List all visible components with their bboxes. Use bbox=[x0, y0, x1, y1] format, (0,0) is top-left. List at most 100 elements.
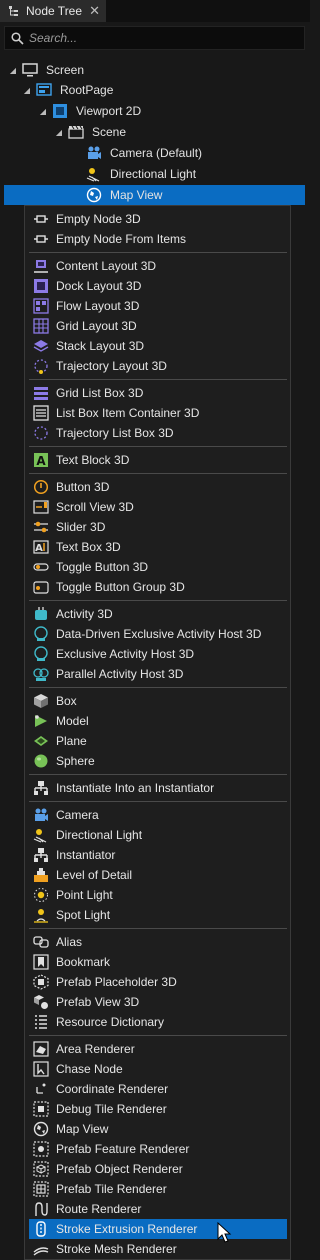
menu-item-text-box-3d[interactable]: A Text Box 3D bbox=[29, 537, 287, 557]
menu-item-stack-layout-3d[interactable]: Stack Layout 3D bbox=[29, 336, 287, 356]
menu-item-spot-light[interactable]: Spot Light bbox=[29, 905, 287, 925]
tree-node-map-view[interactable]: Map View bbox=[4, 185, 305, 205]
menu-item-chase-node[interactable]: Chase Node bbox=[29, 1059, 287, 1079]
area-renderer-icon bbox=[33, 1041, 49, 1057]
menu-item-scroll-view-3d[interactable]: Scroll View 3D bbox=[29, 497, 287, 517]
menu-item-map-view[interactable]: Map View bbox=[29, 1119, 287, 1139]
menu-item-plane[interactable]: Plane bbox=[29, 731, 287, 751]
close-icon[interactable]: ✕ bbox=[89, 3, 100, 19]
menu-item-dock-layout-3d[interactable]: Dock Layout 3D bbox=[29, 276, 287, 296]
menu-item-box[interactable]: Box bbox=[29, 691, 287, 711]
menu-item-directional-light[interactable]: Directional Light bbox=[29, 825, 287, 845]
text-box-icon: A bbox=[33, 540, 49, 554]
menu-item-list-box-item-container-3d[interactable]: List Box Item Container 3D bbox=[29, 403, 287, 423]
toggle-button-icon bbox=[33, 563, 49, 571]
search-placeholder: Search... bbox=[29, 31, 78, 45]
menu-item-parallel-activity-host-3d[interactable]: Parallel Activity Host 3D bbox=[29, 664, 287, 684]
menu-item-flow-layout-3d[interactable]: Flow Layout 3D bbox=[29, 296, 287, 316]
menu-item-sphere[interactable]: Sphere bbox=[29, 751, 287, 771]
menu-item-label: List Box Item Container 3D bbox=[56, 406, 200, 420]
menu-item-slider-3d[interactable]: Slider 3D bbox=[29, 517, 287, 537]
add-node-context-menu: Empty Node 3D Empty Node From Items Conten… bbox=[24, 205, 291, 1260]
menu-item-prefab-placeholder-3d[interactable]: Prefab Placeholder 3D bbox=[29, 972, 287, 992]
menu-item-label: Directional Light bbox=[56, 828, 143, 842]
menu-item-instantiate-into-an-instantiator[interactable]: Instantiate Into an Instantiator bbox=[29, 778, 287, 798]
expand-arrow-icon[interactable]: ◢ bbox=[8, 66, 18, 75]
menu-item-camera[interactable]: Camera bbox=[29, 805, 287, 825]
menu-item-level-of-detail[interactable]: Level of Detail bbox=[29, 865, 287, 885]
menu-item-label: Toggle Button Group 3D bbox=[56, 580, 185, 594]
menu-item-prefab-feature-renderer[interactable]: Prefab Feature Renderer bbox=[29, 1139, 287, 1159]
menu-item-button-3d[interactable]: Button 3D bbox=[29, 477, 287, 497]
menu-item-label: Content Layout 3D bbox=[56, 259, 157, 273]
flow-layout-icon bbox=[33, 298, 49, 314]
menu-item-label: Point Light bbox=[56, 888, 113, 902]
spot-light-icon bbox=[34, 909, 48, 923]
menu-item-label: Prefab Placeholder 3D bbox=[56, 975, 177, 989]
menu-item-prefab-tile-renderer[interactable]: Prefab Tile Renderer bbox=[29, 1179, 287, 1199]
menu-separator bbox=[29, 252, 287, 253]
menu-item-stroke-mesh-renderer[interactable]: Stroke Mesh Renderer bbox=[29, 1239, 287, 1259]
menu-item-empty-node-3d[interactable]: Empty Node 3D bbox=[29, 209, 287, 229]
menu-item-area-renderer[interactable]: Area Renderer bbox=[29, 1039, 287, 1059]
menu-item-grid-layout-3d[interactable]: Grid Layout 3D bbox=[29, 316, 287, 336]
menu-item-content-layout-3d[interactable]: Content Layout 3D bbox=[29, 256, 287, 276]
tree-node-viewport-2d[interactable]: ◢ Viewport 2D bbox=[38, 101, 141, 121]
menu-item-instantiator[interactable]: Instantiator bbox=[29, 845, 287, 865]
menu-item-point-light[interactable]: Point Light bbox=[29, 885, 287, 905]
menu-item-grid-list-box-3d[interactable]: Grid List Box 3D bbox=[29, 383, 287, 403]
menu-item-bookmark[interactable]: Bookmark bbox=[29, 952, 287, 972]
menu-item-label: Stroke Extrusion Renderer bbox=[56, 1222, 198, 1236]
menu-separator bbox=[29, 379, 287, 380]
point-light-icon bbox=[34, 888, 48, 902]
expand-arrow-icon[interactable]: ◢ bbox=[38, 107, 48, 116]
menu-separator bbox=[29, 928, 287, 929]
tree-node-camera[interactable]: Camera (Default) bbox=[86, 143, 202, 163]
menu-item-coordinate-renderer[interactable]: Coordinate Renderer bbox=[29, 1079, 287, 1099]
menu-item-trajectory-list-box-3d[interactable]: Trajectory List Box 3D bbox=[29, 423, 287, 443]
menu-item-label: Route Renderer bbox=[56, 1202, 142, 1216]
menu-item-prefab-view-3d[interactable]: Prefab View 3D bbox=[29, 992, 287, 1012]
tree-node-scene[interactable]: ◢ Scene bbox=[54, 122, 126, 142]
camera-icon bbox=[88, 146, 101, 159]
search-input[interactable]: Search... bbox=[4, 26, 305, 50]
menu-item-stroke-extrusion-renderer[interactable]: Stroke Extrusion Renderer bbox=[29, 1219, 287, 1239]
menu-item-text-block-3d[interactable]: A Text Block 3D bbox=[29, 450, 287, 470]
menu-item-trajectory-layout-3d[interactable]: Trajectory Layout 3D bbox=[29, 356, 287, 376]
menu-item-resource-dictionary[interactable]: Resource Dictionary bbox=[29, 1012, 287, 1032]
menu-separator bbox=[29, 687, 287, 688]
expand-arrow-icon[interactable]: ◢ bbox=[54, 128, 64, 137]
tree-node-screen[interactable]: ◢ Screen bbox=[8, 60, 84, 80]
menu-item-label: Bookmark bbox=[56, 955, 111, 969]
menu-item-label: Instantiator bbox=[56, 848, 116, 862]
tree-node-label: RootPage bbox=[60, 83, 114, 97]
menu-item-label: Instantiate Into an Instantiator bbox=[56, 781, 215, 795]
menu-item-debug-tile-renderer[interactable]: Debug Tile Renderer bbox=[29, 1099, 287, 1119]
menu-item-label: Data-Driven Exclusive Activity Host 3D bbox=[56, 627, 262, 641]
tree-node-directional-light[interactable]: Directional Light bbox=[86, 164, 196, 184]
menu-item-label: Prefab View 3D bbox=[56, 995, 140, 1009]
menu-item-data-driven-exclusive-activity-host-3d[interactable]: Data-Driven Exclusive Activity Host 3D bbox=[29, 624, 287, 644]
sphere-icon bbox=[34, 754, 48, 768]
menu-item-activity-3d[interactable]: Activity 3D bbox=[29, 604, 287, 624]
route-renderer-icon bbox=[35, 1202, 48, 1216]
tree-node-label: Map View bbox=[110, 188, 163, 202]
menu-separator bbox=[29, 1035, 287, 1036]
expand-arrow-icon[interactable]: ◢ bbox=[22, 86, 32, 95]
menu-item-prefab-object-renderer[interactable]: Prefab Object Renderer bbox=[29, 1159, 287, 1179]
menu-item-label: Debug Tile Renderer bbox=[56, 1102, 167, 1116]
menu-item-empty-node-from-items[interactable]: Empty Node From Items bbox=[29, 229, 287, 249]
menu-item-model[interactable]: Model bbox=[29, 711, 287, 731]
list-box-item-icon bbox=[33, 405, 49, 421]
menu-item-route-renderer[interactable]: Route Renderer bbox=[29, 1199, 287, 1219]
tab-node-tree[interactable]: Node Tree ✕ bbox=[0, 0, 106, 22]
menu-item-label: Slider 3D bbox=[56, 520, 106, 534]
tree-node-rootpage[interactable]: ◢ RootPage bbox=[22, 80, 113, 100]
menu-item-exclusive-activity-host-3d[interactable]: Exclusive Activity Host 3D bbox=[29, 644, 287, 664]
menu-item-toggle-button-group-3d[interactable]: Toggle Button Group 3D bbox=[29, 577, 287, 597]
grid-list-box-icon bbox=[34, 387, 48, 400]
text-block-icon: A bbox=[34, 453, 48, 468]
menu-item-alias[interactable]: Alias bbox=[29, 932, 287, 952]
menu-separator bbox=[29, 473, 287, 474]
menu-item-toggle-button-3d[interactable]: Toggle Button 3D bbox=[29, 557, 287, 577]
